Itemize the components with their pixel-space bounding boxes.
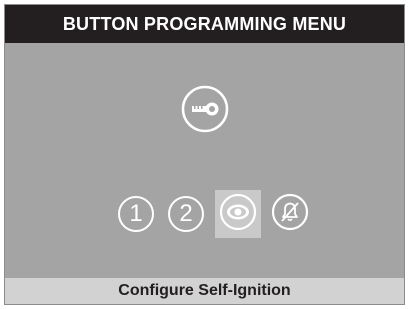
option-1-button[interactable]: 1 [113,190,159,238]
eye-icon [219,193,257,236]
menu-screen: BUTTON PROGRAMMING MENU 1 2 Configure Se… [4,4,405,305]
option-eye-button[interactable] [215,190,261,238]
title-bar: BUTTON PROGRAMMING MENU [5,5,404,43]
status-bar: Configure Self-Ignition [5,278,404,304]
option-2-button[interactable]: 2 [163,190,209,238]
page-title: BUTTON PROGRAMMING MENU [62,13,347,34]
circled-one-icon: 1 [118,196,154,232]
key-icon [181,85,229,133]
status-text: Configure Self-Ignition [118,282,291,299]
option-row: 1 2 [5,190,404,240]
option-mute-button[interactable] [267,190,313,238]
bell-off-icon [271,193,309,236]
circled-two-icon: 2 [168,196,204,232]
